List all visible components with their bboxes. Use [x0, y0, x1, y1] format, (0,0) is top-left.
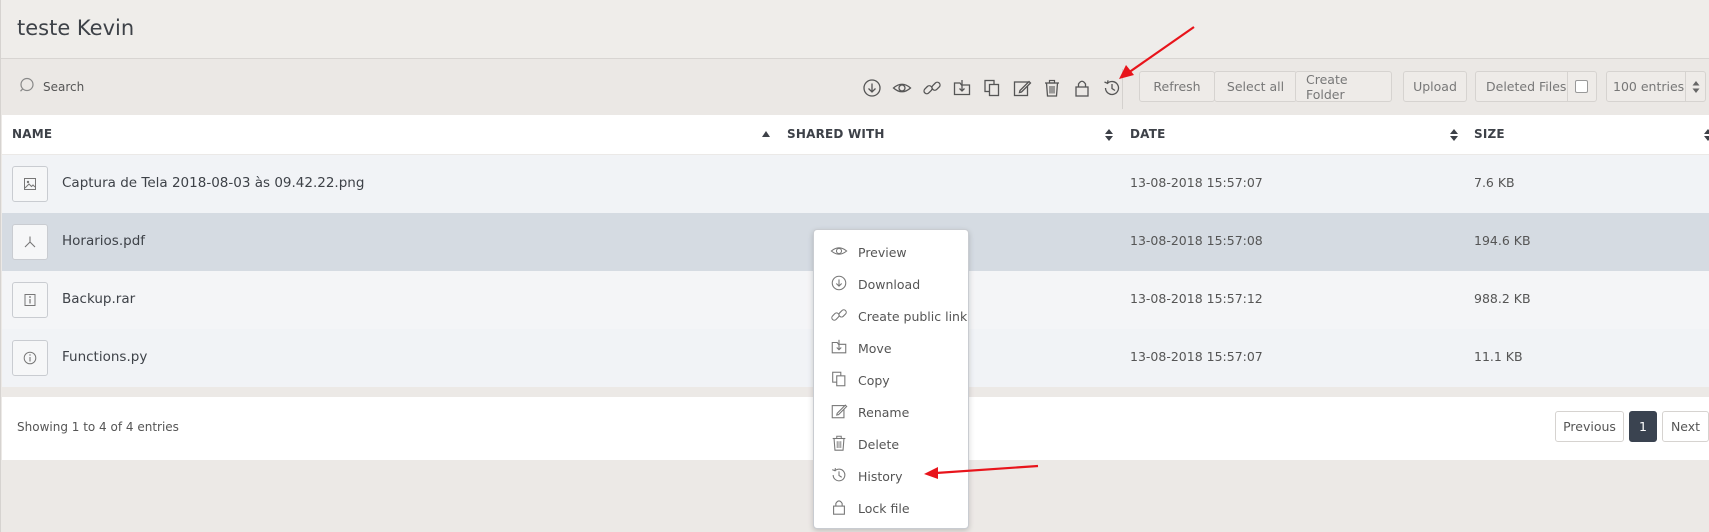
entries-select-value: 100 entries	[1613, 79, 1685, 94]
context-menu-label: Copy	[858, 372, 890, 388]
edit-icon	[830, 402, 848, 423]
copy-icon[interactable]	[977, 77, 1007, 99]
select-arrows-icon	[1685, 72, 1705, 101]
file-date: 13-08-2018 15:57:07	[1130, 349, 1263, 364]
history-icon	[830, 466, 848, 487]
file-size: 7.6 KB	[1474, 175, 1515, 190]
context-menu-move[interactable]: Move	[830, 338, 892, 358]
lock-icon[interactable]	[1067, 77, 1097, 99]
deleted-files-label: Deleted Files	[1486, 79, 1567, 94]
refresh-button[interactable]: Refresh	[1139, 71, 1215, 102]
table-row[interactable]: Captura de Tela 2018-08-03 às 09.42.22.p…	[2, 155, 1709, 213]
column-header-name[interactable]: NAME	[12, 127, 52, 141]
column-header-date[interactable]: DATE	[1130, 127, 1166, 141]
file-size: 11.1 KB	[1474, 349, 1523, 364]
page-title: teste Kevin	[17, 16, 135, 40]
context-menu-label: History	[858, 468, 903, 484]
eye-icon	[830, 242, 848, 263]
context-menu-label: Move	[858, 340, 892, 356]
copy-icon	[830, 370, 848, 391]
edit-icon[interactable]	[1007, 77, 1037, 99]
toolbar: Search Refresh Select all Create Folder …	[1, 59, 1709, 115]
eye-icon[interactable]	[887, 77, 917, 99]
lock-icon	[830, 498, 848, 519]
search-box[interactable]: Search	[19, 77, 84, 97]
upload-button[interactable]: Upload	[1403, 71, 1467, 102]
next-button[interactable]: Next	[1662, 411, 1709, 442]
search-icon	[19, 77, 35, 97]
file-name: Backup.rar	[62, 291, 136, 307]
file-name: Captura de Tela 2018-08-03 às 09.42.22.p…	[62, 175, 365, 191]
deleted-files-checkbox-wrap[interactable]	[1566, 72, 1596, 101]
context-menu: Preview Download Create public link Move…	[813, 229, 969, 529]
previous-button[interactable]: Previous	[1555, 411, 1624, 442]
link-icon	[830, 306, 848, 327]
context-menu-download[interactable]: Download	[830, 274, 920, 294]
file-date: 13-08-2018 15:57:12	[1130, 291, 1263, 306]
entries-select[interactable]: 100 entries	[1606, 71, 1706, 102]
context-menu-label: Lock file	[858, 500, 910, 516]
context-menu-label: Rename	[858, 404, 910, 420]
page-1-button[interactable]: 1	[1629, 411, 1657, 442]
context-menu-label: Download	[858, 276, 921, 292]
sort-both-icon[interactable]	[1104, 127, 1114, 141]
context-menu-copy[interactable]: Copy	[830, 370, 890, 390]
context-menu-create-public-link[interactable]: Create public link	[830, 306, 967, 326]
download-icon	[830, 274, 848, 295]
context-menu-rename[interactable]: Rename	[830, 402, 909, 422]
file-size: 988.2 KB	[1474, 291, 1531, 306]
search-label: Search	[43, 80, 85, 94]
context-menu-label: Create public link	[858, 308, 968, 324]
link-icon[interactable]	[917, 77, 947, 99]
image-file-icon	[12, 166, 48, 202]
trash-icon[interactable]	[1037, 77, 1067, 99]
context-menu-delete[interactable]: Delete	[830, 434, 899, 454]
entries-info: Showing 1 to 4 of 4 entries	[17, 420, 179, 434]
column-header-size[interactable]: SIZE	[1474, 127, 1505, 141]
context-menu-preview[interactable]: Preview	[830, 242, 907, 262]
sort-both-icon[interactable]	[1449, 127, 1459, 141]
context-menu-history[interactable]: History	[830, 466, 902, 486]
context-menu-lock-file[interactable]: Lock file	[830, 498, 910, 518]
title-bar: teste Kevin	[1, 0, 1709, 59]
move-icon	[830, 338, 848, 359]
file-date: 13-08-2018 15:57:07	[1130, 175, 1263, 190]
action-icons	[857, 77, 1127, 99]
sort-asc-icon[interactable]	[761, 127, 771, 141]
info-file-icon	[12, 340, 48, 376]
move-icon[interactable]	[947, 77, 977, 99]
trash-icon	[830, 434, 848, 455]
toolbar-divider	[1122, 69, 1123, 109]
create-folder-button[interactable]: Create Folder	[1295, 71, 1392, 102]
file-name: Functions.py	[62, 349, 148, 365]
select-all-button[interactable]: Select all	[1214, 71, 1297, 102]
deleted-files-toggle[interactable]: Deleted Files	[1475, 71, 1597, 102]
column-header-shared[interactable]: SHARED WITH	[787, 127, 885, 141]
file-size: 194.6 KB	[1474, 233, 1531, 248]
app-frame: teste Kevin Search Refresh Select all Cr…	[0, 0, 1709, 532]
deleted-files-checkbox[interactable]	[1575, 80, 1589, 93]
table-header: NAME SHARED WITH DATE SIZE	[2, 115, 1709, 155]
context-menu-label: Delete	[858, 436, 900, 452]
pdf-file-icon	[12, 224, 48, 260]
context-menu-label: Preview	[858, 244, 907, 260]
sort-both-icon[interactable]	[1703, 127, 1709, 141]
file-name: Horarios.pdf	[62, 233, 146, 249]
file-date: 13-08-2018 15:57:08	[1130, 233, 1263, 248]
archive-file-icon	[12, 282, 48, 318]
download-icon[interactable]	[857, 77, 887, 99]
